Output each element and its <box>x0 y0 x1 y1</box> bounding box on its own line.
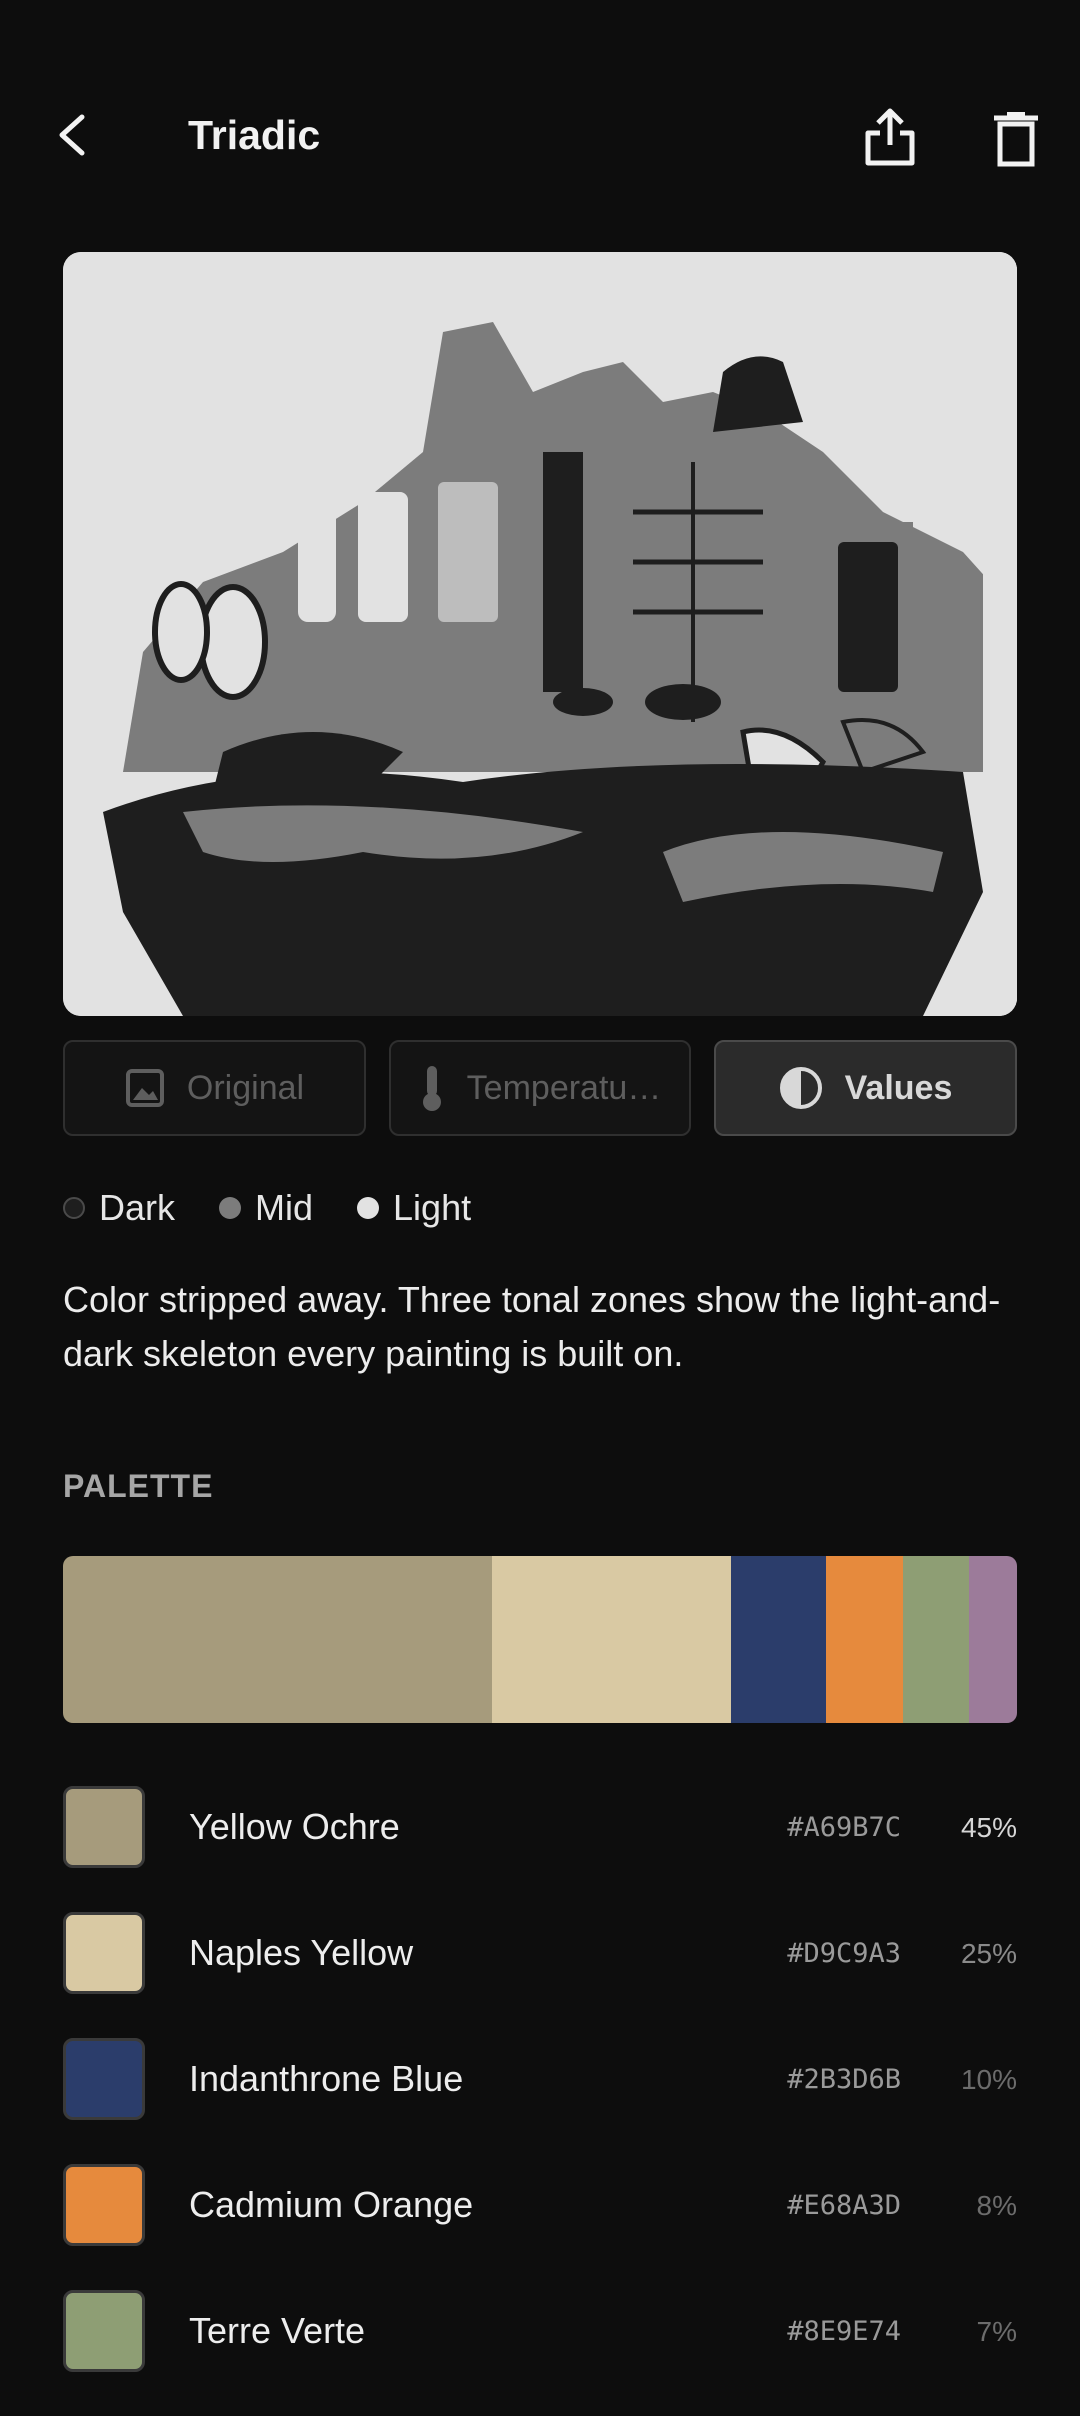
still-life-value-study <box>63 252 1017 1016</box>
palette-bar-segment <box>969 1556 1017 1723</box>
palette-bar-segment <box>63 1556 493 1723</box>
palette-color-list: Yellow Ochre #A69B7C 45% Naples Yellow #D9C9… <box>63 1786 1017 2416</box>
color-swatch[interactable] <box>63 1786 145 1868</box>
arrow-back-icon <box>59 114 85 156</box>
original-view-button[interactable]: Original <box>63 1040 366 1136</box>
page-title: Triadic <box>188 112 321 158</box>
palette-heading: PALETTE <box>63 1468 214 1504</box>
share-button[interactable] <box>862 105 918 169</box>
palette-bar-segment <box>730 1556 827 1723</box>
color-hex: #D9C9A3 <box>787 1938 901 1969</box>
color-hex: #2B3D6B <box>787 2064 901 2095</box>
view-description: Color stripped away. Three tonal zones s… <box>63 1279 1001 1374</box>
color-percent: 25% <box>960 1938 1017 1969</box>
color-name: Terre Verte <box>189 2310 366 2351</box>
color-name: Indanthrone Blue <box>189 2058 464 2099</box>
share-icon <box>865 108 915 166</box>
palette-bar-segment <box>902 1556 970 1723</box>
trash-icon <box>994 112 1038 167</box>
temperature-view-label: Temperatu… <box>466 1068 662 1107</box>
palette-proportion-bar <box>63 1556 1017 1723</box>
value-legend: Dark Mid Light <box>63 1183 515 1233</box>
palette-color-row[interactable]: Yellow Ochre #A69B7C 45% <box>63 1786 1017 1912</box>
color-name: Yellow Ochre <box>189 1806 400 1847</box>
dark-swatch-dot <box>63 1197 85 1219</box>
image-icon <box>125 1069 164 1107</box>
contrast-icon <box>779 1067 822 1109</box>
color-hex: #A69B7C <box>787 1812 901 1843</box>
legend-item-dark: Dark <box>63 1187 175 1229</box>
palette-color-row[interactable]: Indanthrone Blue #2B3D6B 10% <box>63 2038 1017 2164</box>
color-swatch[interactable] <box>63 1912 145 1994</box>
legend-item-light: Light <box>357 1187 471 1229</box>
values-view-label: Values <box>844 1068 953 1107</box>
color-percent: 45% <box>960 1812 1017 1843</box>
color-percent: 8% <box>976 2190 1017 2221</box>
palette-color-row[interactable]: Naples Yellow #D9C9A3 25% <box>63 1912 1017 2038</box>
color-name: Naples Yellow <box>189 1932 414 1973</box>
legend-label-dark: Dark <box>99 1187 176 1228</box>
color-swatch[interactable] <box>63 2038 145 2120</box>
values-view-button[interactable]: Values <box>714 1040 1017 1136</box>
legend-label-light: Light <box>393 1187 472 1228</box>
palette-color-row[interactable]: Terre Verte #8E9E74 7% <box>63 2290 1017 2416</box>
palette-color-row[interactable]: Cadmium Orange #E68A3D 8% <box>63 2164 1017 2290</box>
legend-label-mid: Mid <box>255 1187 314 1228</box>
original-view-label: Original <box>186 1068 305 1107</box>
temperature-view-button[interactable]: Temperatu… <box>389 1040 691 1136</box>
thermometer-icon <box>422 1066 441 1111</box>
palette-bar-segment <box>492 1556 731 1723</box>
color-percent: 7% <box>976 2316 1017 2347</box>
palette-bar-segment <box>826 1556 903 1723</box>
color-swatch[interactable] <box>63 2164 145 2246</box>
legend-item-mid: Mid <box>219 1187 313 1229</box>
color-swatch[interactable] <box>63 2290 145 2372</box>
color-name: Cadmium Orange <box>189 2184 474 2225</box>
color-hex: #8E9E74 <box>787 2316 901 2347</box>
delete-button[interactable] <box>990 110 1042 168</box>
top-app-bar: Triadic <box>0 0 1080 270</box>
value-map-image <box>63 252 1017 1016</box>
color-percent: 10% <box>960 2064 1017 2095</box>
mid-swatch-dot <box>219 1197 242 1219</box>
back-button[interactable] <box>48 105 98 165</box>
light-swatch-dot <box>357 1197 380 1219</box>
color-hex: #E68A3D <box>787 2190 901 2221</box>
